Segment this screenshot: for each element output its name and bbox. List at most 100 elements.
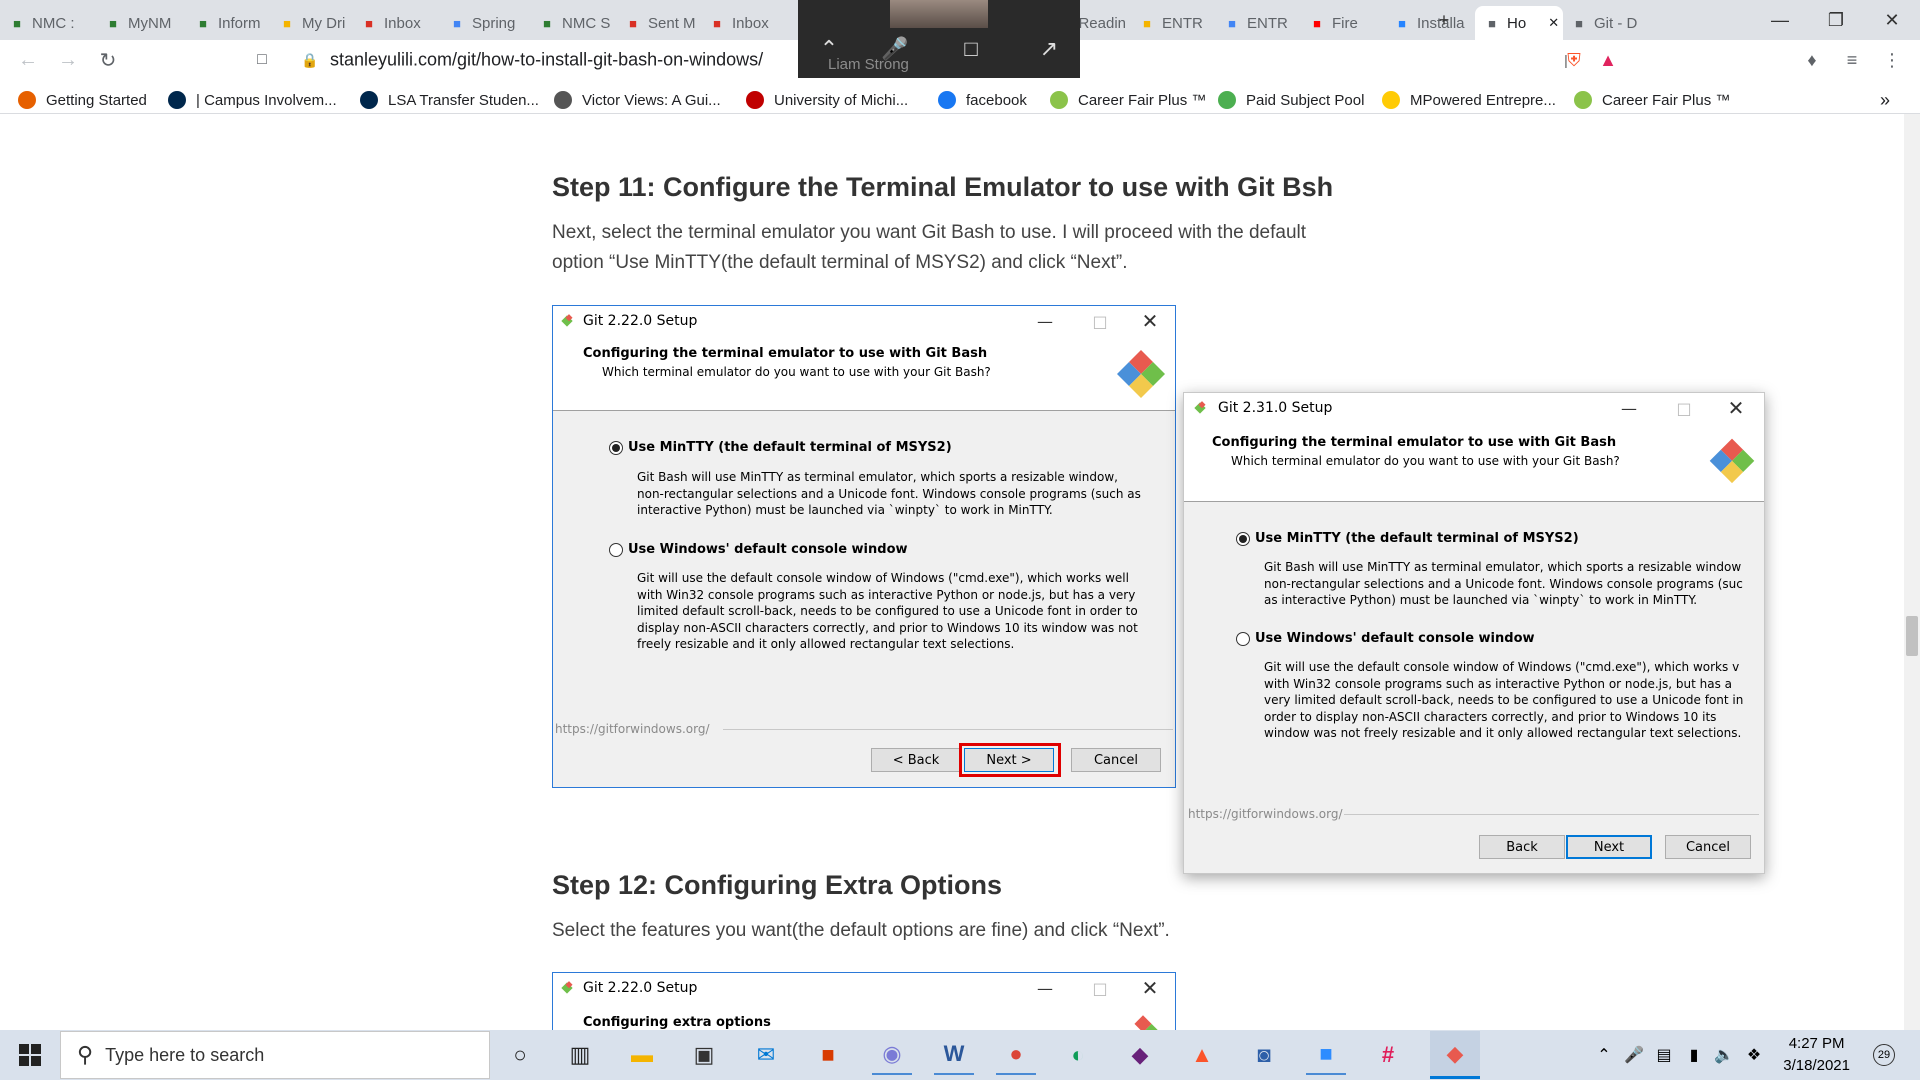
browser-tab[interactable]: ■ ENTR [1130,6,1210,40]
step-12-heading: Step 12: Configuring Extra Options [552,870,1003,900]
cancel-button: Cancel [1071,748,1161,772]
maximize-button[interactable]: □ [1664,393,1704,423]
radio-selected[interactable] [1236,531,1250,546]
bookmark-item[interactable]: Victor Views: A Gui... [554,88,721,112]
option-windows-console-label[interactable]: Use Windows' default console window [1255,631,1535,646]
browser-tab[interactable]: ■ Fire [1300,6,1380,40]
chrome-icon[interactable]: ● [996,1035,1036,1075]
zoom-icon[interactable]: ■ [1306,1035,1346,1075]
browser-tab[interactable]: ■ NMC S [530,6,612,40]
browser-tab[interactable]: ■ Ho ✕ [1475,6,1563,40]
minimize-button[interactable]: — [1752,0,1808,40]
bookmark-label: facebook [966,91,1027,109]
browser-tab[interactable]: ■ NMC : [0,6,92,40]
bookmark-favicon-icon [18,91,36,109]
bookmark-item[interactable]: Career Fair Plus ™ [1050,88,1206,112]
notification-center-icon[interactable]: 29 [1864,1035,1904,1075]
store-icon[interactable]: ▣ [684,1035,724,1075]
brave-icon[interactable]: ▲ [1182,1035,1222,1075]
reload-icon[interactable]: ↻ [94,46,122,74]
browser-tab[interactable]: ■ Inbox [700,6,780,40]
bookmark-item[interactable]: Getting Started [18,88,147,112]
bookmark-item[interactable]: | Campus Involvem... [168,88,337,112]
zoom-meetings-icon[interactable]: ◉ [872,1035,912,1075]
browser-tab[interactable]: ■ ENTR [1215,6,1295,40]
page-scrollbar[interactable] [1904,114,1920,1030]
dropbox-icon[interactable]: ❖ [1734,1035,1774,1075]
file-explorer-icon[interactable]: ▬ [622,1035,662,1075]
minimize-button[interactable]: — [1609,393,1649,423]
bookmark-favicon-icon [1574,91,1592,109]
option-mintty-label: Use MinTTY (the default terminal of MSYS… [628,440,952,455]
browser-tab[interactable]: ■ Inform [186,6,266,40]
task-view-icon[interactable]: ▥ [560,1035,600,1075]
cortana-icon[interactable]: ○ [500,1035,540,1075]
git-for-windows-logo-icon [1117,350,1165,398]
bookmark-item[interactable]: University of Michi... [746,88,908,112]
scrollbar-thumb[interactable] [1906,616,1918,656]
word-icon[interactable]: W [934,1035,974,1075]
browser-tab-label: Sent M [648,14,696,32]
slack-icon[interactable]: # [1368,1035,1408,1075]
mail-icon[interactable]: ✉ [746,1035,786,1075]
browser-tab-label: My Dri [302,14,346,32]
back-button[interactable]: Back [1479,835,1565,859]
bookmark-item[interactable]: Career Fair Plus ™ [1574,88,1730,112]
office-icon[interactable]: ■ [808,1035,848,1075]
bookmarks-overflow-button[interactable]: » [1880,88,1890,112]
bookmark-label: Victor Views: A Gui... [582,91,721,109]
google-docs-icon: ■ [1228,15,1236,31]
step-11-heading: Step 11: Configure the Terminal Emulator… [552,172,1334,202]
bookmark-item[interactable]: Paid Subject Pool [1218,88,1364,112]
footer-divider [723,729,1173,730]
dialog-b-header: Configuring the terminal emulator to use… [1184,423,1764,502]
bookmark-item[interactable]: MPowered Entrepre... [1382,88,1556,112]
brave-shields-icon[interactable]: ⛨ [1560,46,1588,74]
bookmark-icon[interactable]: □ [248,46,276,74]
option-mintty-radio[interactable]: Use MinTTY (the default terminal of MSYS… [1236,531,1579,546]
bookmark-item[interactable]: LSA Transfer Studen... [360,88,539,112]
option-mintty-label[interactable]: Use MinTTY (the default terminal of MSYS… [1255,531,1579,546]
brave-rewards-icon[interactable]: ▲ [1594,46,1622,74]
browser-tab[interactable]: ■ My Dri [270,6,350,40]
restore-button[interactable]: ❐ [1808,0,1864,40]
camera-off-icon[interactable]: □ [956,36,986,66]
git-icon[interactable]: ◆ [1430,1031,1480,1079]
taskbar-clock[interactable]: 4:27 PM 3/18/2021 [1783,1033,1850,1077]
browser-tab[interactable]: ■ Git - D [1562,6,1642,40]
browser-tab[interactable]: ■ Sent M [616,6,696,40]
gmail-icon: ■ [365,15,373,31]
cancel-button[interactable]: Cancel [1665,835,1751,859]
option-windows-console: Use Windows' default console window [609,542,908,557]
back-icon[interactable]: ← [14,46,42,74]
close-button[interactable]: ✕ [1716,393,1756,423]
search-icon: ⚲ [77,1042,94,1067]
git-logo-small-icon [559,980,575,996]
edge-icon[interactable]: ◐ [1058,1035,1098,1075]
browser-tab[interactable]: ■ Spring [440,6,526,40]
open-external-icon[interactable]: ↗ [1034,36,1064,66]
browser-tab[interactable]: ■ MyNM [96,6,182,40]
close-tab-icon[interactable]: ✕ [1548,15,1559,31]
forward-icon[interactable]: → [54,46,82,74]
new-tab-button[interactable]: + [1416,0,1472,40]
radio-unselected[interactable] [1236,631,1250,646]
playlist-icon[interactable]: ≡ [1838,46,1866,74]
dialog-b-title: Git 2.31.0 Setup [1218,400,1333,416]
extensions-icon[interactable]: ♦ [1798,46,1826,74]
browser-tab-label: Inbox [384,14,421,32]
close-window-button[interactable]: ✕ [1864,0,1920,40]
next-button-highlight [959,743,1061,777]
option-windows-console-radio[interactable]: Use Windows' default console window [1236,631,1535,646]
gitforwindows-link[interactable]: https://gitforwindows.org/ [1188,807,1343,821]
bookmark-item[interactable]: facebook [938,88,1027,112]
browser-tab[interactable]: ■ Inbox [352,6,436,40]
next-button[interactable]: Next [1566,835,1652,859]
menu-icon[interactable]: ⋮ [1878,46,1906,74]
address-bar[interactable]: stanleyulili.com/git/how-to-install-git-… [330,50,763,71]
taskbar-search-box[interactable]: ⚲ Type here to search [60,1031,490,1079]
onedrive-icon[interactable]: ◙ [1244,1035,1284,1075]
browser-tab-label: Ho [1507,14,1527,32]
visual-studio-icon[interactable]: ◆ [1120,1035,1160,1075]
windows-start-icon[interactable] [10,1035,50,1075]
